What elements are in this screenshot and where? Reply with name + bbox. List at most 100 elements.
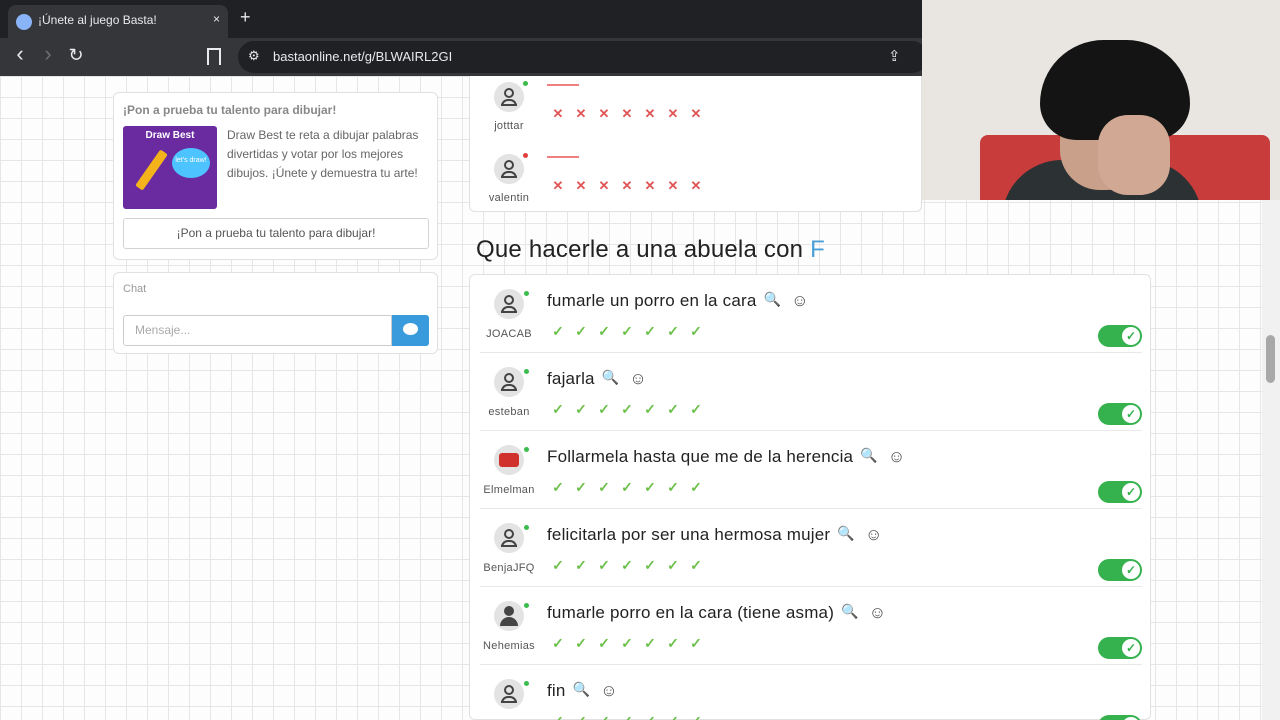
vote-yes-icon[interactable]: ✓	[619, 635, 635, 652]
answer-line: Follarmela hasta que me de la herencia 🔍 ☺	[547, 447, 905, 467]
vote-yes-icon[interactable]: ✓	[665, 557, 681, 574]
accept-toggle[interactable]: ✓	[1098, 481, 1142, 503]
vote-yes-icon[interactable]: ✓	[573, 479, 589, 496]
accept-toggle[interactable]: ✓	[1098, 715, 1142, 720]
vote-list: ✓ ✓ ✓ ✓ ✓ ✓ ✓	[550, 479, 704, 496]
vote-yes-icon[interactable]: ✓	[596, 713, 612, 720]
send-message-icon	[403, 323, 418, 335]
browser-tab[interactable]: ¡Únete al juego Basta! ×	[8, 5, 228, 38]
vote-yes-icon[interactable]: ✓	[550, 557, 566, 574]
search-icon[interactable]: 🔍	[837, 525, 855, 542]
vote-yes-icon[interactable]: ✓	[688, 713, 704, 720]
vote-yes-icon[interactable]: ✓	[642, 401, 658, 418]
vote-yes-icon[interactable]: ✓	[642, 479, 658, 496]
answer-line: fin 🔍 ☺	[547, 681, 618, 701]
vote-yes-icon[interactable]: ✓	[573, 713, 589, 720]
vote-no-icon[interactable]: ✕	[619, 106, 635, 122]
vote-no-icon[interactable]: ✕	[665, 106, 681, 122]
vote-yes-icon[interactable]: ✓	[619, 713, 635, 720]
vote-no-icon[interactable]: ✕	[642, 106, 658, 122]
vote-yes-icon[interactable]: ✓	[642, 713, 658, 720]
vote-yes-icon[interactable]: ✓	[619, 401, 635, 418]
new-tab-button[interactable]: +	[240, 7, 251, 28]
webcam-hand	[1098, 115, 1170, 195]
vote-yes-icon[interactable]: ✓	[688, 401, 704, 418]
vote-no-icon[interactable]: ✕	[619, 178, 635, 194]
search-icon[interactable]: 🔍	[602, 369, 620, 386]
vote-yes-icon[interactable]: ✓	[688, 635, 704, 652]
accept-toggle[interactable]: ✓	[1098, 559, 1142, 581]
search-icon[interactable]: 🔍	[573, 681, 591, 698]
share-icon[interactable]: ⇪	[888, 47, 901, 65]
vote-yes-icon[interactable]: ✓	[665, 713, 681, 720]
vote-no-icon[interactable]: ✕	[573, 106, 589, 122]
vote-yes-icon[interactable]: ✓	[665, 323, 681, 340]
answer-text: fumarle porro en la cara (tiene asma)	[547, 603, 835, 622]
vote-yes-icon[interactable]: ✓	[596, 479, 612, 496]
vote-yes-icon[interactable]: ✓	[596, 323, 612, 340]
vote-yes-icon[interactable]: ✓	[550, 479, 566, 496]
answer-line: fumarle un porro en la cara 🔍 ☺	[547, 291, 809, 311]
reload-button[interactable]: ↻	[66, 45, 86, 66]
check-icon: ✓	[1122, 639, 1140, 657]
vote-yes-icon[interactable]: ✓	[550, 323, 566, 340]
user-icon-base	[501, 176, 517, 178]
vote-yes-icon[interactable]: ✓	[642, 635, 658, 652]
vote-yes-icon[interactable]: ✓	[573, 557, 589, 574]
vote-no-icon[interactable]: ✕	[596, 178, 612, 194]
emoji-react-icon[interactable]: ☺	[791, 291, 809, 311]
vote-yes-icon[interactable]: ✓	[573, 323, 589, 340]
draw-best-image[interactable]: Draw Best let's draw!	[123, 126, 217, 209]
vote-yes-icon[interactable]: ✓	[665, 401, 681, 418]
vote-yes-icon[interactable]: ✓	[596, 401, 612, 418]
emoji-react-icon[interactable]: ☺	[629, 369, 647, 389]
vote-yes-icon[interactable]: ✓	[550, 401, 566, 418]
vote-no-icon[interactable]: ✕	[642, 178, 658, 194]
back-button[interactable]: ‹	[10, 41, 30, 67]
vote-no-icon[interactable]: ✕	[596, 106, 612, 122]
accept-toggle[interactable]: ✓	[1098, 325, 1142, 347]
vote-yes-icon[interactable]: ✓	[688, 479, 704, 496]
scrollbar-thumb[interactable]	[1266, 335, 1275, 383]
vote-no-icon[interactable]: ✕	[665, 178, 681, 194]
vote-yes-icon[interactable]: ✓	[665, 479, 681, 496]
vote-no-icon[interactable]: ✕	[550, 178, 566, 194]
search-icon[interactable]: 🔍	[860, 447, 878, 464]
vote-yes-icon[interactable]: ✓	[550, 713, 566, 720]
vote-yes-icon[interactable]: ✓	[619, 479, 635, 496]
vote-yes-icon[interactable]: ✓	[596, 557, 612, 574]
close-tab-icon[interactable]: ×	[213, 12, 220, 26]
vote-yes-icon[interactable]: ✓	[642, 557, 658, 574]
bookmark-icon[interactable]	[207, 48, 221, 65]
emoji-react-icon[interactable]: ☺	[888, 447, 906, 467]
vote-yes-icon[interactable]: ✓	[688, 323, 704, 340]
vote-no-icon[interactable]: ✕	[688, 106, 704, 122]
vote-no-icon[interactable]: ✕	[573, 178, 589, 194]
accept-toggle[interactable]: ✓	[1098, 637, 1142, 659]
online-status-dot	[524, 291, 529, 296]
search-icon[interactable]: 🔍	[764, 291, 782, 308]
promo-button[interactable]: ¡Pon a prueba tu talento para dibujar!	[123, 218, 429, 249]
address-bar[interactable]: ⚙ bastaonline.net/g/BLWAIRL2GI ⇪	[238, 41, 928, 73]
vote-yes-icon[interactable]: ✓	[642, 323, 658, 340]
vote-yes-icon[interactable]: ✓	[573, 401, 589, 418]
vote-yes-icon[interactable]: ✓	[619, 323, 635, 340]
page-scrollbar[interactable]	[1262, 200, 1280, 720]
vote-no-icon[interactable]: ✕	[688, 178, 704, 194]
vote-yes-icon[interactable]: ✓	[665, 635, 681, 652]
chat-send-button[interactable]	[392, 315, 429, 346]
vote-no-icon[interactable]: ✕	[550, 106, 566, 122]
vote-yes-icon[interactable]: ✓	[619, 557, 635, 574]
vote-yes-icon[interactable]: ✓	[550, 635, 566, 652]
forward-button[interactable]: ›	[38, 41, 58, 67]
emoji-react-icon[interactable]: ☺	[869, 603, 887, 623]
search-icon[interactable]: 🔍	[841, 603, 859, 620]
vote-yes-icon[interactable]: ✓	[596, 635, 612, 652]
emoji-react-icon[interactable]: ☺	[865, 525, 883, 545]
vote-yes-icon[interactable]: ✓	[688, 557, 704, 574]
site-info-icon[interactable]: ⚙	[248, 48, 260, 64]
chat-message-input[interactable]: Mensaje...	[123, 315, 392, 346]
emoji-react-icon[interactable]: ☺	[600, 681, 618, 701]
vote-yes-icon[interactable]: ✓	[573, 635, 589, 652]
accept-toggle[interactable]: ✓	[1098, 403, 1142, 425]
